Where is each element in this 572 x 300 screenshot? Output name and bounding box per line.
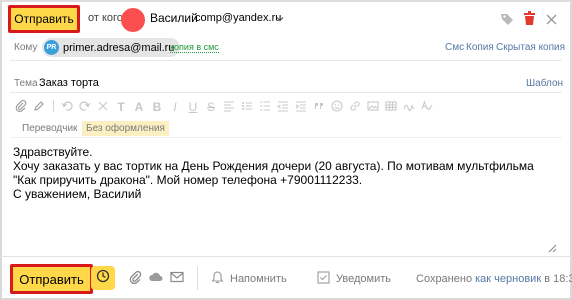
divider [10,137,562,138]
signature-icon[interactable] [402,100,416,115]
send-button-top[interactable]: Отправить [8,5,80,33]
sender-email[interactable]: comp@yandex.ru [195,12,281,24]
to-label: Кому [14,42,38,53]
format-toolbar: T A B I U S [14,99,474,115]
divider [10,60,562,61]
strikethrough-icon[interactable]: S [204,100,218,114]
subject-label: Тема [14,78,38,89]
font-size-icon[interactable]: T [114,100,128,114]
spellcheck-icon[interactable] [420,99,434,115]
tab-plain-text[interactable]: Без оформления [82,121,169,136]
remind-button[interactable]: Напомнить [230,273,287,285]
trash-icon[interactable] [523,11,536,26]
tag-icon[interactable] [500,12,514,26]
saved-prefix: Сохранено [416,273,473,285]
send-button-bottom[interactable]: Отправить [10,264,93,294]
message-body[interactable]: Здравствуйте. Хочу заказать у вас тортик… [13,145,553,201]
copy-link[interactable]: Копия [466,42,494,53]
bulleted-list-icon[interactable] [240,100,254,115]
sms-link[interactable]: Смс [445,42,464,53]
indent-icon[interactable] [294,100,308,115]
bell-icon[interactable] [211,271,224,284]
template-link[interactable]: Шаблон [526,78,563,89]
link-icon[interactable] [348,100,362,115]
recipient-pill[interactable]: PR primer.adresa@mail.ru [42,38,181,57]
text-color-icon[interactable]: A [132,100,146,114]
clear-format-icon[interactable] [96,100,110,115]
paperclip-icon[interactable] [128,270,142,287]
toolbar-separator [50,99,56,115]
mail-attach-icon[interactable] [170,271,184,286]
close-icon[interactable] [546,12,558,25]
redo-icon[interactable] [78,100,92,115]
emoji-icon[interactable] [330,99,344,115]
image-icon[interactable] [366,100,380,115]
saved-time: в 18:33 [544,273,572,285]
bcc-link[interactable]: Скрытая копия [496,42,565,53]
recipient-email: primer.adresa@mail.ru [63,41,175,54]
align-left-icon[interactable] [222,100,236,115]
undo-icon[interactable] [60,100,74,115]
divider [0,256,572,257]
sender-avatar [121,8,145,32]
chevron-down-icon[interactable] [275,11,287,23]
quote-icon[interactable] [312,100,326,115]
tab-translator[interactable]: Переводчик [22,123,77,134]
bold-icon[interactable]: B [150,100,164,114]
italic-icon[interactable]: I [168,100,182,114]
underline-icon[interactable]: U [186,100,200,114]
draft-status: Сохранено как черновик в 18:33 [416,273,572,285]
sms-copy-link[interactable]: копия в смс [170,42,219,53]
clock-icon [96,269,110,288]
cloud-attach-icon[interactable] [149,271,163,286]
table-icon[interactable] [384,100,398,115]
divider [10,92,562,93]
recipient-avatar: PR [44,40,59,55]
paperclip-icon[interactable] [14,99,28,115]
pencil-icon[interactable] [32,100,46,115]
draft-link[interactable]: как черновик [475,273,541,285]
notification-icon[interactable] [317,271,331,284]
notify-button[interactable]: Уведомить [336,273,391,285]
outdent-icon[interactable] [276,100,290,115]
footer-separator [197,266,198,290]
sender-name[interactable]: Василий [150,11,198,25]
scheduled-send-button[interactable] [91,266,115,290]
numbered-list-icon[interactable] [258,100,272,115]
resize-grip-icon[interactable] [548,240,558,253]
subject-input[interactable]: Заказ торта [39,77,99,89]
